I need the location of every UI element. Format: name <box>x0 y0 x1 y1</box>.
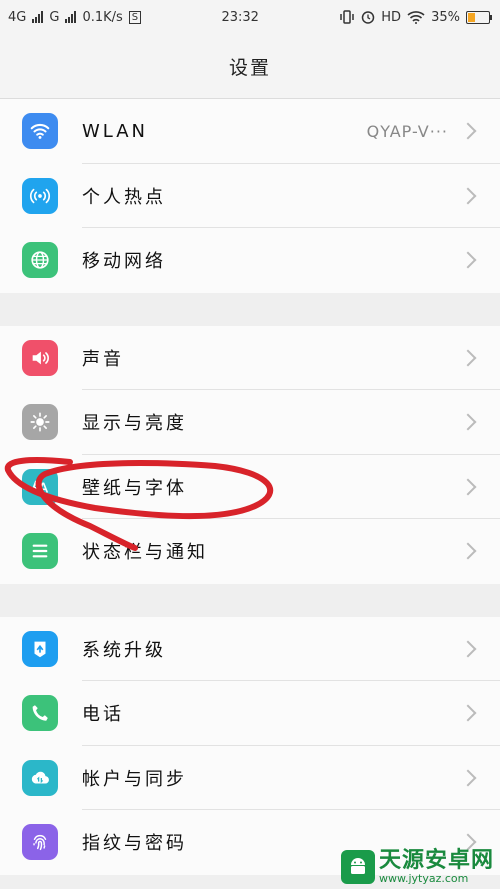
chevron-right-icon <box>459 704 477 722</box>
settings-item-label: 声音 <box>82 348 124 370</box>
settings-item-sound[interactable]: 声音 <box>0 326 500 390</box>
network-speed: 0.1K/s <box>82 9 123 25</box>
chevron-right-icon <box>459 769 477 787</box>
alarm-icon <box>362 11 375 24</box>
settings-group-2: 声音 显示与亮度 壁纸与字体 状态栏与通知 <box>0 325 500 584</box>
network-type-1: 4G <box>8 9 27 25</box>
settings-group-1: WLAN QYAP-V··· 个人热点 移动网络 <box>0 99 500 293</box>
settings-item-label: 电话 <box>82 704 124 726</box>
settings-item-label: 壁纸与字体 <box>82 477 187 499</box>
cloud-icon <box>22 759 58 796</box>
chevron-right-icon <box>459 640 477 658</box>
vibrate-icon <box>340 10 355 24</box>
globe-icon <box>22 242 58 279</box>
title-bar: 设置 <box>0 34 500 99</box>
watermark: 天源安卓网 www.jytyaz.com <box>340 848 494 885</box>
upgrade-icon <box>22 630 58 667</box>
settings-item-phone[interactable]: 电话 <box>0 681 500 746</box>
signal-icon <box>65 11 77 23</box>
chevron-right-icon <box>459 251 477 269</box>
battery-icon <box>465 10 492 24</box>
chevron-right-icon <box>459 349 477 367</box>
settings-item-label: 状态栏与通知 <box>82 542 208 564</box>
list-icon <box>22 533 58 570</box>
chevron-right-icon <box>459 122 477 140</box>
clock: 23:32 <box>221 9 259 25</box>
wlan-network-name: QYAP-V··· <box>366 121 448 141</box>
settings-item-hotspot[interactable]: 个人热点 <box>0 164 500 228</box>
settings-item-label: 帐户与同步 <box>82 768 187 790</box>
s-badge: S <box>128 10 142 24</box>
settings-item-label: 系统升级 <box>82 639 166 661</box>
settings-item-statusbar-notifications[interactable]: 状态栏与通知 <box>0 519 500 584</box>
settings-item-wlan[interactable]: WLAN QYAP-V··· <box>0 99 500 164</box>
hotspot-icon <box>22 177 58 214</box>
watermark-title: 天源安卓网 <box>378 848 494 873</box>
settings-group-3: 系统升级 电话 帐户与同步 指纹与密码 <box>0 616 500 875</box>
phone-icon <box>22 695 58 732</box>
watermark-url: www.jytyaz.com <box>378 872 469 885</box>
settings-item-display[interactable]: 显示与亮度 <box>0 390 500 455</box>
fingerprint-icon <box>22 824 58 861</box>
settings-item-label: WLAN <box>82 120 149 142</box>
settings-item-system-upgrade[interactable]: 系统升级 <box>0 617 500 681</box>
settings-item-label: 移动网络 <box>82 251 166 273</box>
settings-item-wallpaper-font[interactable]: 壁纸与字体 <box>0 455 500 519</box>
android-logo-icon <box>340 850 375 884</box>
hd-badge: HD <box>381 9 402 25</box>
chevron-right-icon <box>459 542 477 560</box>
chevron-right-icon <box>459 413 477 431</box>
status-bar: 4G G 0.1K/s S 23:32 HD 35% <box>0 0 500 34</box>
battery-percent: 35% <box>431 9 460 25</box>
network-type-2: G <box>49 9 60 25</box>
font-icon <box>22 468 58 505</box>
page-title: 设置 <box>228 56 271 79</box>
settings-item-label: 显示与亮度 <box>82 413 187 435</box>
settings-item-accounts-sync[interactable]: 帐户与同步 <box>0 746 500 810</box>
wifi-status-icon <box>407 11 425 24</box>
wifi-icon <box>22 113 58 150</box>
signal-icon <box>32 11 44 23</box>
chevron-right-icon <box>459 478 477 496</box>
chevron-right-icon <box>459 187 477 205</box>
settings-item-mobile-network[interactable]: 移动网络 <box>0 228 500 293</box>
settings-item-label: 个人热点 <box>82 186 166 208</box>
sun-icon <box>22 404 58 441</box>
speaker-icon <box>22 339 58 376</box>
